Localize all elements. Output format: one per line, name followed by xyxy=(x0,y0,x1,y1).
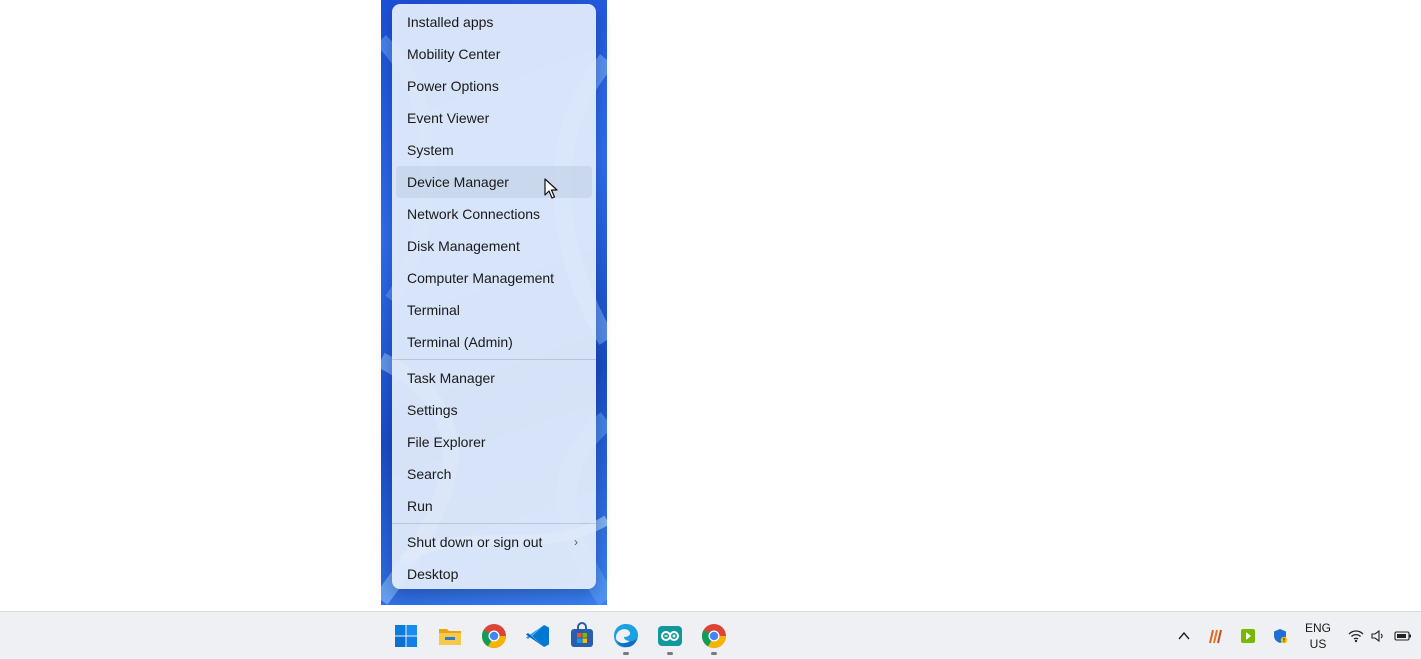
vscode-icon xyxy=(526,625,549,647)
tray-battery-button[interactable] xyxy=(1394,628,1411,644)
chrome-icon xyxy=(481,624,506,649)
wifi-icon xyxy=(1348,630,1364,643)
tray-security-button[interactable] xyxy=(1272,628,1288,644)
chevron-right-icon: › xyxy=(574,535,578,549)
menu-item-network-connections[interactable]: Network Connections xyxy=(396,198,592,230)
taskbar-vscode[interactable] xyxy=(524,622,552,650)
app-tray-icon xyxy=(1209,629,1222,644)
menu-item-file-explorer[interactable]: File Explorer xyxy=(396,426,592,458)
menu-item-desktop[interactable]: Desktop xyxy=(396,558,592,590)
menu-separator xyxy=(392,359,596,360)
chrome-icon xyxy=(701,624,726,649)
menu-item-settings[interactable]: Settings xyxy=(396,394,592,426)
input-language-indicator[interactable]: ENG US xyxy=(1300,620,1336,652)
battery-icon xyxy=(1394,631,1411,641)
menu-item-shut-down-label: Shut down or sign out xyxy=(407,534,543,550)
start-icon xyxy=(395,625,417,647)
menu-item-run[interactable]: Run xyxy=(396,490,592,522)
edge-icon xyxy=(614,624,638,648)
arduino-icon xyxy=(658,626,682,646)
windows-security-icon xyxy=(1274,629,1288,644)
running-indicator xyxy=(667,652,673,655)
menu-item-mobility-center[interactable]: Mobility Center xyxy=(396,38,592,70)
taskbar-microsoft-store[interactable] xyxy=(568,622,596,650)
file-explorer-icon xyxy=(439,629,461,645)
taskbar-chrome-2[interactable] xyxy=(700,622,728,655)
menu-item-shut-down[interactable]: Shut down or sign out › xyxy=(396,526,592,558)
menu-item-power-options[interactable]: Power Options xyxy=(396,70,592,102)
region-code: US xyxy=(1309,637,1327,651)
show-hidden-icons-button[interactable] xyxy=(1176,628,1192,644)
taskbar-arduino[interactable] xyxy=(656,622,684,655)
volume-icon xyxy=(1371,629,1383,643)
running-indicator xyxy=(711,652,717,655)
chevron-up-icon xyxy=(1178,631,1190,640)
menu-item-installed-apps[interactable]: Installed apps xyxy=(396,6,592,38)
tray-app-button[interactable] xyxy=(1208,628,1224,644)
menu-item-terminal-admin[interactable]: Terminal (Admin) xyxy=(396,326,592,358)
microsoft-store-icon xyxy=(571,622,593,647)
mouse-cursor-icon xyxy=(544,178,558,199)
menu-item-system[interactable]: System xyxy=(396,134,592,166)
tray-network-button[interactable] xyxy=(1348,628,1364,644)
menu-item-device-manager[interactable]: Device Manager xyxy=(396,166,592,198)
menu-separator xyxy=(392,523,596,524)
menu-item-disk-management[interactable]: Disk Management xyxy=(396,230,592,262)
menu-item-computer-management[interactable]: Computer Management xyxy=(396,262,592,294)
taskbar-edge[interactable] xyxy=(612,622,640,655)
running-indicator xyxy=(623,652,629,655)
menu-item-terminal[interactable]: Terminal xyxy=(396,294,592,326)
tray-nvidia-button[interactable] xyxy=(1240,628,1256,644)
taskbar: ENG US xyxy=(0,611,1421,659)
taskbar-file-explorer[interactable] xyxy=(436,622,464,650)
menu-item-search[interactable]: Search xyxy=(396,458,592,490)
tray-volume-button[interactable] xyxy=(1370,628,1386,644)
nvidia-icon xyxy=(1241,629,1255,643)
menu-item-event-viewer[interactable]: Event Viewer xyxy=(396,102,592,134)
taskbar-chrome[interactable] xyxy=(480,622,508,650)
quick-link-menu: Installed apps Mobility Center Power Opt… xyxy=(392,4,596,589)
language-code: ENG xyxy=(1304,621,1331,635)
menu-item-task-manager[interactable]: Task Manager xyxy=(396,362,592,394)
start-button[interactable] xyxy=(392,622,420,650)
